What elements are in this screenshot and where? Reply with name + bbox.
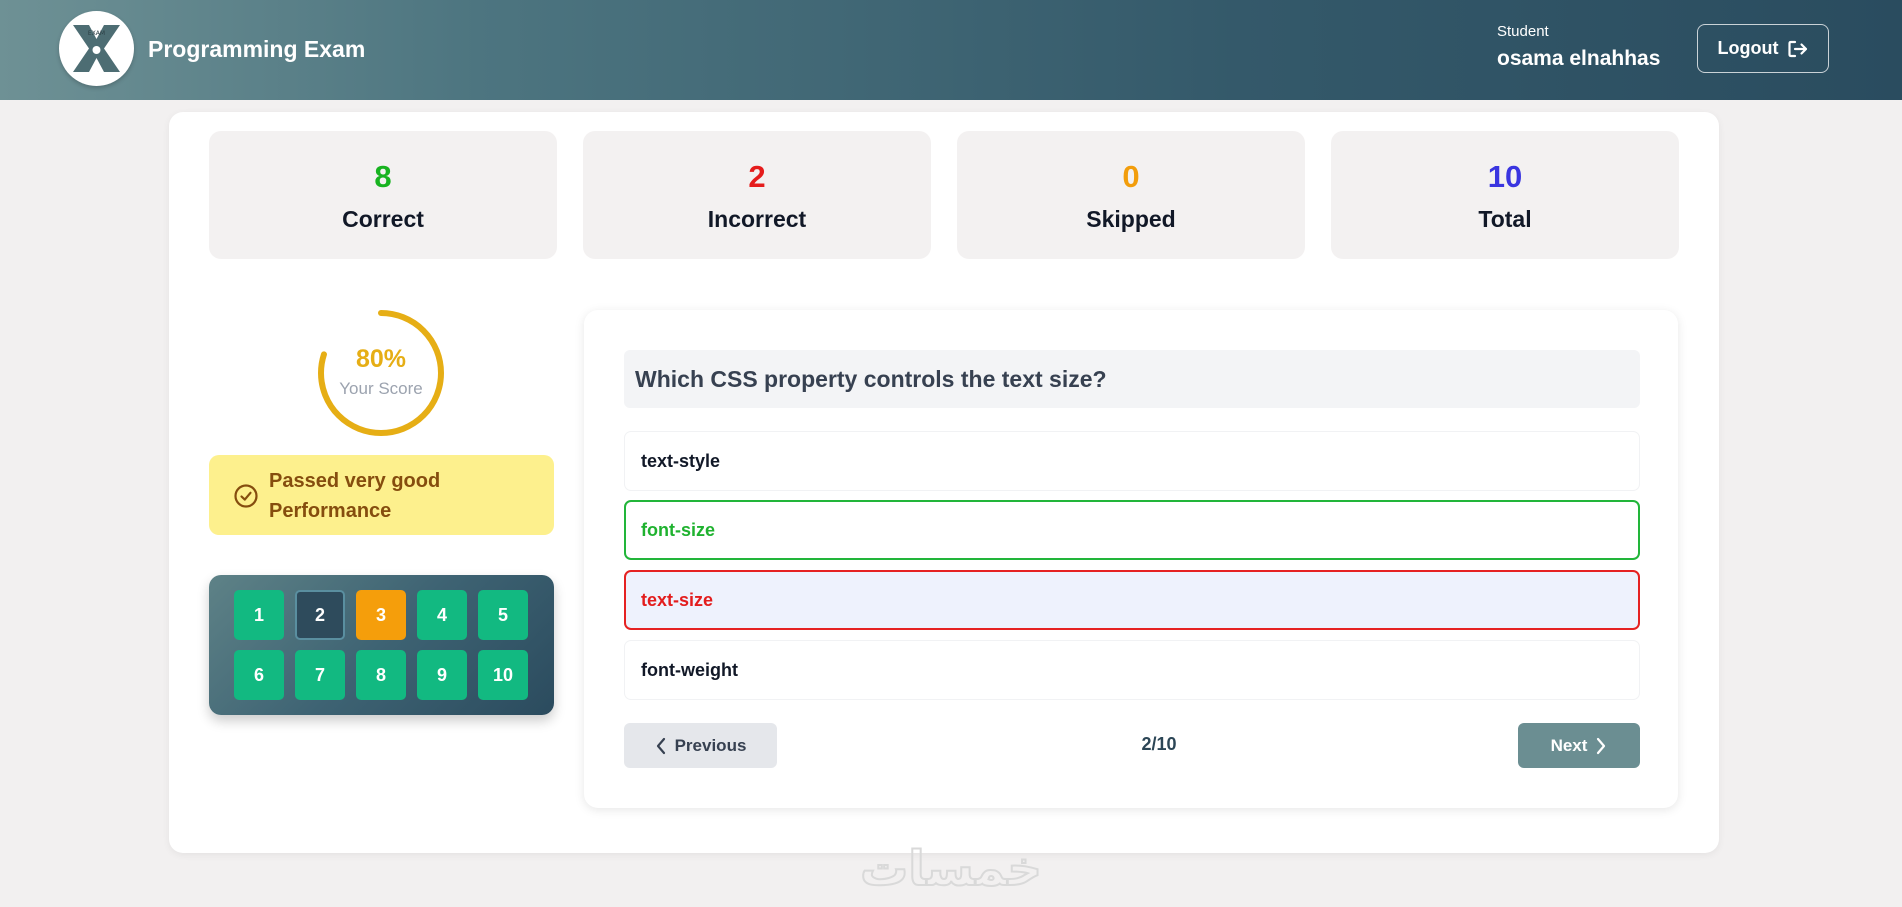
- question-nav-item[interactable]: 5: [478, 590, 528, 640]
- exam-logo: EXAM: [59, 11, 134, 86]
- previous-button[interactable]: Previous: [624, 723, 777, 768]
- stat-value: 0: [1122, 159, 1140, 194]
- exam-logo-icon: EXAM: [63, 15, 130, 82]
- question-nav-item[interactable]: 2: [295, 590, 345, 640]
- stat-correct: 8 Correct: [209, 131, 557, 259]
- student-label: Student: [1497, 23, 1549, 40]
- question-text: Which CSS property controls the text siz…: [624, 350, 1640, 408]
- watermark-text: خمسات: [860, 841, 1042, 896]
- question-counter: 2/10: [1141, 734, 1177, 754]
- question-nav-item[interactable]: 8: [356, 650, 406, 700]
- stat-label: Total: [1478, 206, 1532, 232]
- question-nav-item[interactable]: 9: [417, 650, 467, 700]
- stat-total: 10 Total: [1331, 131, 1679, 259]
- logout-label: Logout: [1717, 38, 1779, 58]
- stat-value: 2: [748, 159, 766, 194]
- logout-button[interactable]: Logout: [1697, 24, 1829, 73]
- score-percent: 80%: [355, 345, 407, 373]
- stat-value: 8: [374, 159, 392, 194]
- result-status-text: Passed very good Performance: [269, 470, 441, 522]
- question-navigator: 1 2 3 4 5 6 7 8 9 10: [209, 575, 554, 715]
- stat-label: Skipped: [1086, 206, 1176, 232]
- previous-label: Previous: [674, 735, 747, 755]
- next-label: Next: [1550, 735, 1588, 755]
- answer-option[interactable]: text-size: [624, 570, 1640, 630]
- app-header: EXAM Programming Exam Student osama elna…: [0, 0, 1902, 100]
- question-nav-item[interactable]: 7: [295, 650, 345, 700]
- stat-label: Correct: [342, 206, 424, 232]
- check-circle-icon: [234, 484, 258, 508]
- result-status-badge: Passed very good Performance: [209, 455, 554, 535]
- answer-option[interactable]: text-style: [624, 431, 1640, 491]
- answer-option[interactable]: font-size: [624, 500, 1640, 560]
- logout-icon: [1788, 40, 1808, 57]
- chevron-left-icon: [656, 737, 665, 754]
- khamsat-watermark: خمسات: [859, 840, 1043, 896]
- stat-incorrect: 2 Incorrect: [583, 131, 931, 259]
- stat-label: Incorrect: [707, 206, 807, 232]
- app-title: Programming Exam: [148, 36, 366, 62]
- logo-text: EXAM: [88, 30, 105, 37]
- student-name: osama elnahhas: [1497, 47, 1661, 70]
- stat-value: 10: [1487, 159, 1523, 194]
- question-nav-item[interactable]: 3: [356, 590, 406, 640]
- next-button[interactable]: Next: [1518, 723, 1640, 768]
- question-nav-item[interactable]: 6: [234, 650, 284, 700]
- question-nav-item[interactable]: 1: [234, 590, 284, 640]
- question-nav-item[interactable]: 4: [417, 590, 467, 640]
- answer-option[interactable]: font-weight: [624, 640, 1640, 700]
- question-nav-item[interactable]: 10: [478, 650, 528, 700]
- chevron-right-icon: [1597, 737, 1606, 754]
- score-label: Your Score: [339, 379, 423, 398]
- stat-skipped: 0 Skipped: [957, 131, 1305, 259]
- question-card: Which CSS property controls the text siz…: [584, 310, 1678, 808]
